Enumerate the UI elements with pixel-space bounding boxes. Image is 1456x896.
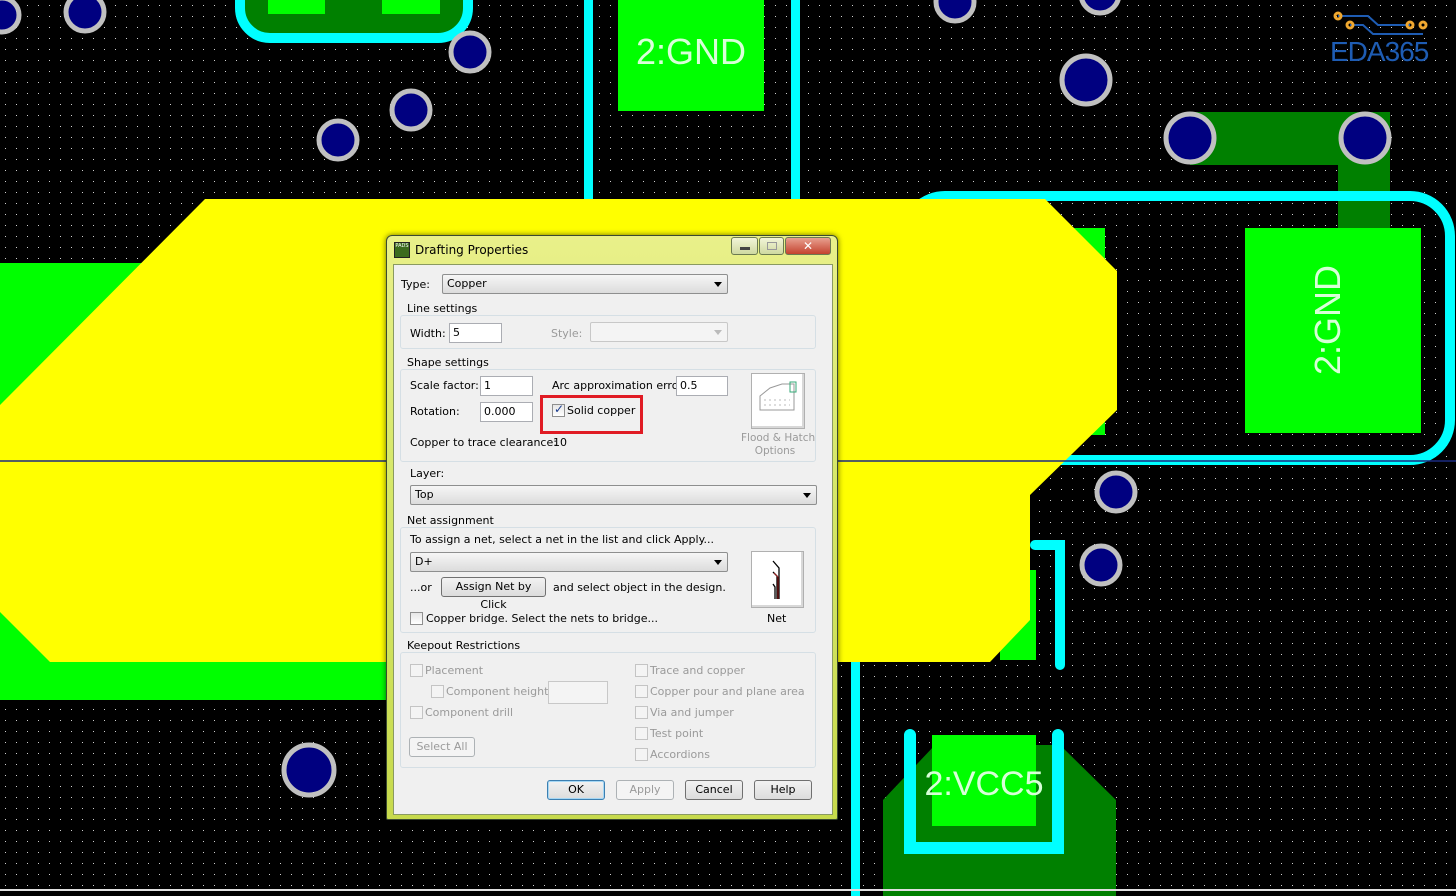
- line-settings-label: Line settings: [405, 302, 480, 315]
- keepout-label: Keepout Restrictions: [405, 639, 523, 652]
- via-jumper-checkbox[interactable]: [635, 706, 648, 719]
- flood-hatch-button[interactable]: [751, 373, 805, 429]
- pad-label: 2:GND: [1307, 265, 1348, 375]
- layer-label: Layer:: [410, 467, 445, 480]
- assign-suffix: and select object in the design.: [553, 581, 726, 594]
- component-height-input[interactable]: [548, 681, 608, 704]
- chevron-down-icon: [714, 282, 722, 287]
- net-instruction: To assign a net, select a net in the lis…: [410, 533, 715, 546]
- pads-app-icon: PADS: [394, 242, 410, 258]
- pad-label: 2:VCC5: [924, 765, 1043, 803]
- type-select[interactable]: Copper: [442, 274, 728, 294]
- style-label: Style:: [551, 327, 583, 340]
- via-jumper-label: Via and jumper: [650, 706, 734, 719]
- clearance-label: Copper to trace clearance:: [410, 436, 557, 449]
- maximize-icon: [767, 242, 777, 250]
- scale-factor-input[interactable]: 1: [480, 376, 533, 396]
- test-point-checkbox[interactable]: [635, 727, 648, 740]
- help-button[interactable]: Help: [754, 780, 812, 800]
- logo-text: EDA365: [1330, 36, 1429, 67]
- component-drill-checkbox[interactable]: [410, 706, 423, 719]
- pad-label: 2:GND: [636, 31, 746, 72]
- test-point-label: Test point: [650, 727, 704, 740]
- trace: [584, 0, 593, 200]
- arc-error-input[interactable]: 0.5: [676, 376, 728, 396]
- copper-pour-checkbox[interactable]: [635, 685, 648, 698]
- width-input[interactable]: 5: [449, 323, 502, 343]
- rotation-input[interactable]: 0.000: [480, 402, 533, 422]
- net-button-label: Net: [767, 612, 787, 625]
- flood-label-line2: Options: [754, 445, 796, 457]
- type-label: Type:: [401, 278, 430, 291]
- arc-error-label: Arc approximation error:: [552, 379, 687, 392]
- component-drill-label: Component drill: [425, 706, 514, 719]
- shape-settings-label: Shape settings: [405, 356, 491, 369]
- minimize-button[interactable]: [731, 237, 758, 255]
- placement-checkbox[interactable]: [410, 664, 423, 677]
- dialog-title: Drafting Properties: [415, 243, 529, 257]
- component-height-checkbox[interactable]: [431, 685, 444, 698]
- net-button[interactable]: [751, 551, 804, 608]
- trace: [791, 0, 800, 200]
- type-value: Copper: [447, 277, 487, 290]
- cancel-button[interactable]: Cancel: [685, 780, 743, 800]
- rotation-label: Rotation:: [410, 405, 460, 418]
- assign-net-by-click-button[interactable]: Assign Net by Click: [441, 577, 546, 611]
- copper-bridge-checkbox[interactable]: [410, 612, 423, 625]
- apply-button[interactable]: Apply: [616, 780, 674, 800]
- chevron-down-icon: [714, 560, 722, 565]
- copper-pour-label: Copper pour and plane area: [650, 685, 805, 698]
- layer-value: Top: [415, 488, 434, 501]
- flood-hatch-label: Flood & Hatch Options: [741, 432, 815, 458]
- or-label: ...or: [410, 581, 432, 594]
- chevron-down-icon: [803, 493, 811, 498]
- style-select[interactable]: [590, 322, 728, 342]
- placement-label: Placement: [425, 664, 484, 677]
- maximize-button[interactable]: [759, 237, 784, 255]
- trace-copper-label: Trace and copper: [650, 664, 745, 677]
- flood-hatch-icon: [759, 381, 797, 411]
- close-icon: ✕: [802, 239, 814, 253]
- accordions-checkbox[interactable]: [635, 748, 648, 761]
- trace-copper-checkbox[interactable]: [635, 664, 648, 677]
- scale-factor-label: Scale factor:: [410, 379, 479, 392]
- close-button[interactable]: ✕: [785, 237, 831, 255]
- copper-bridge-label: Copper bridge. Select the nets to bridge…: [426, 612, 659, 625]
- width-label: Width:: [410, 327, 446, 340]
- chevron-down-icon: [714, 330, 722, 335]
- highlight-box: [540, 395, 643, 434]
- net-select[interactable]: D+: [410, 552, 728, 572]
- accordions-label: Accordions: [650, 748, 710, 761]
- component-height-label: Component height: [446, 685, 549, 698]
- net-value: D+: [415, 555, 433, 568]
- clearance-value: 10: [553, 436, 567, 449]
- flood-label-line1: Flood & Hatch: [741, 432, 816, 444]
- net-icon: [772, 560, 780, 599]
- ok-button[interactable]: OK: [547, 780, 605, 800]
- net-assignment-label: Net assignment: [405, 514, 496, 527]
- minimize-icon: [740, 247, 750, 250]
- select-all-button[interactable]: Select All: [409, 737, 475, 757]
- layer-select[interactable]: Top: [410, 485, 817, 505]
